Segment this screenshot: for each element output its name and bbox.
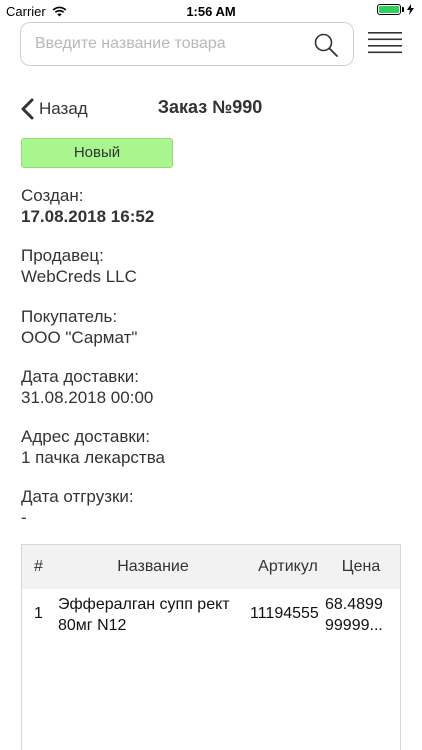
search-icon[interactable] — [313, 32, 339, 58]
chevron-left-icon — [21, 98, 34, 120]
page-title: Заказ №990 — [157, 97, 263, 117]
field-label: Создан: — [21, 186, 84, 205]
field-label: Продавец: — [21, 246, 104, 265]
field-label: Дата отгрузки: — [21, 487, 134, 506]
field-value: 1 пачка лекарства — [21, 448, 165, 467]
cell-name: Эффералган супп рект 80мг N12 — [58, 596, 230, 634]
hamburger-menu-icon[interactable] — [368, 31, 402, 57]
header-price: Цена — [341, 558, 381, 575]
status-right — [377, 4, 414, 15]
field-value: 31.08.2018 00:00 — [21, 388, 154, 407]
field-value: - — [21, 508, 27, 527]
field-seller: Продавец: WebCreds LLC — [21, 245, 401, 287]
status-bar: Carrier 1:56 AM — [0, 0, 422, 22]
battery-cap — [402, 7, 404, 12]
header-num: # — [34, 558, 43, 575]
field-delivery-address: Адрес доставки: 1 пачка лекарства — [21, 426, 401, 468]
back-label: Назад — [39, 99, 88, 118]
field-value: 17.08.2018 16:52 — [21, 207, 155, 226]
battery-fill — [379, 6, 399, 13]
cell-price: 68.4899 99999... — [325, 596, 383, 634]
order-items-table: # Название Артикул Цена 1 Эффералган суп… — [21, 544, 401, 750]
search-input[interactable] — [35, 31, 305, 57]
status-time: 1:56 AM — [186, 4, 236, 19]
table-row[interactable]: 1 Эффералган супп рект 80мг N12 11194555… — [22, 591, 400, 647]
field-value: ООО "Сармат" — [21, 328, 138, 347]
field-delivery-date: Дата доставки: 31.08.2018 00:00 — [21, 366, 401, 408]
cell-article: 11194555 — [250, 605, 319, 622]
search-box — [20, 22, 354, 66]
charging-bolt-icon — [407, 4, 414, 15]
field-buyer: Покупатель: ООО "Сармат" — [21, 306, 401, 348]
field-value: WebCreds LLC — [21, 267, 137, 286]
field-shipment-date: Дата отгрузки: - — [21, 486, 401, 528]
table-header: # Название Артикул Цена — [22, 545, 400, 589]
cell-num: 1 — [34, 605, 43, 622]
back-button[interactable]: Назад — [20, 96, 88, 122]
field-label: Покупатель: — [21, 307, 118, 326]
field-created: Создан: 17.08.2018 16:52 — [21, 185, 401, 227]
header-article: Артикул — [258, 558, 318, 575]
status-badge: Новый — [21, 138, 173, 168]
header-name: Название — [117, 558, 189, 575]
battery-icon — [377, 4, 401, 15]
field-label: Дата доставки: — [21, 367, 139, 386]
field-label: Адрес доставки: — [21, 427, 151, 446]
